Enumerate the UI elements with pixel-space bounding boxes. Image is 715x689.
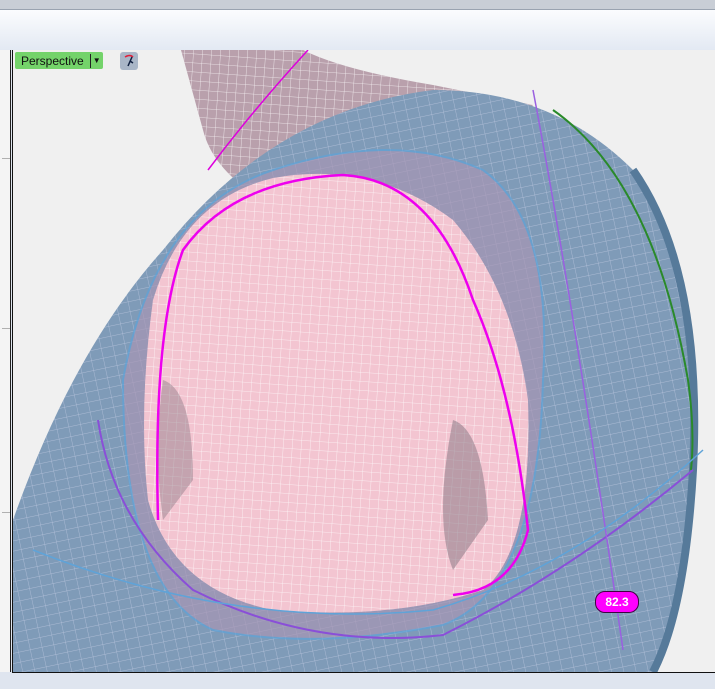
side-panel[interactable]: [0, 50, 11, 672]
toolbar: [0, 10, 715, 50]
viewport-name: Perspective: [21, 53, 84, 68]
perspective-viewport[interactable]: Perspective ▼ 82.3: [12, 50, 715, 673]
status-bar: [0, 673, 715, 689]
ruler-tick: [2, 158, 10, 159]
ruler-tick: [2, 512, 10, 513]
viewport-title-button[interactable]: Perspective ▼: [15, 52, 103, 69]
ruler-tick: [2, 328, 10, 329]
caret-down-icon[interactable]: ▼: [89, 53, 103, 68]
measurement-badge: 82.3: [595, 591, 639, 613]
gumball-icon[interactable]: [120, 52, 138, 70]
mesh-model[interactable]: [13, 50, 715, 672]
title-strip: [0, 0, 715, 10]
